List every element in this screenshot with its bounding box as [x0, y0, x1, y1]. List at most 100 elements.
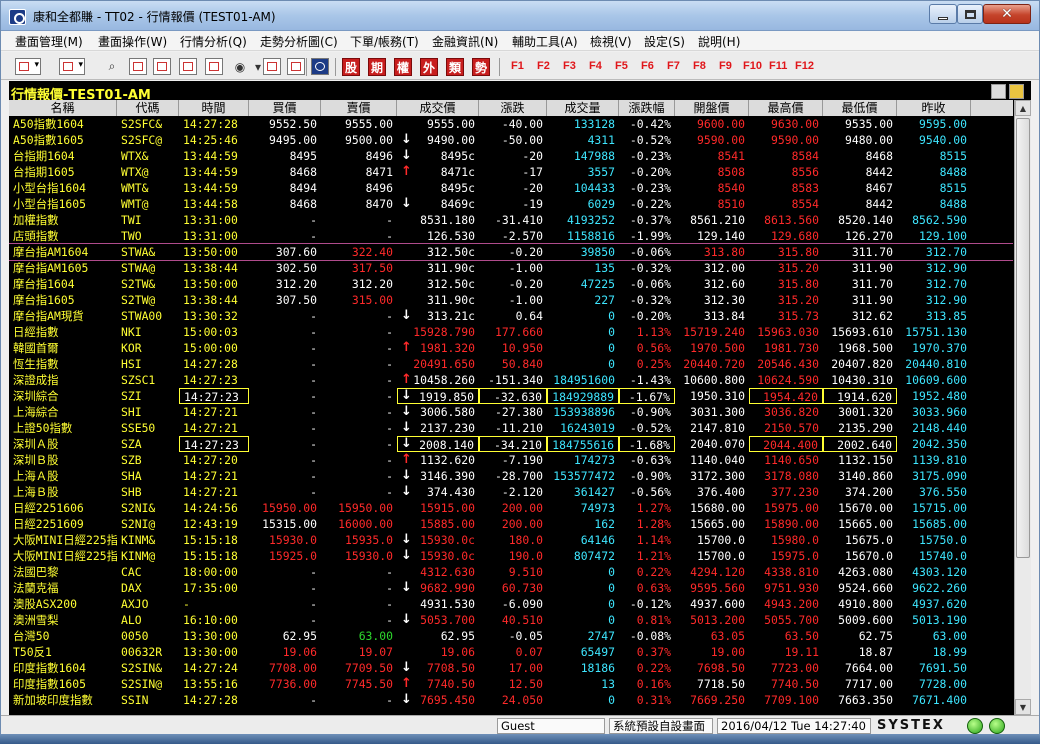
f2-key[interactable]: F2 [537, 60, 550, 72]
table-row[interactable]: 大阪MINI日經225指& KINM& 15:15:18 15930.0 15935.0… [9, 532, 1013, 548]
column-header[interactable]: 名稱 [9, 100, 117, 116]
table-row[interactable]: 澳洲雪梨 ALO 16:10:00- -5053.700 40.510 0 0.81% 501… [9, 612, 1013, 628]
table-row[interactable]: 台灣50 0050 13:30:00 62.95 63.00 62.95 -0.05 2747… [9, 628, 1013, 644]
foreign-button[interactable]: 外 [420, 58, 438, 76]
column-header[interactable]: 賣價 [321, 100, 397, 116]
column-header[interactable]: 最高價 [749, 100, 823, 116]
menu-help[interactable]: 說明(H) [698, 33, 740, 50]
settings-panel-icon[interactable] [1009, 84, 1024, 99]
table-row[interactable]: 小型台指1604 WMT& 13:44:59 8494 8496 8495c -20 1044… [9, 180, 1013, 196]
f4-key[interactable]: F4 [589, 60, 602, 72]
menu-financial-info[interactable]: 金融資訊(N) [432, 33, 498, 50]
column-header[interactable]: 成交量 [547, 100, 619, 116]
f1-key[interactable]: F1 [511, 60, 524, 72]
alert-dropdown-button[interactable]: ◉ [231, 58, 249, 75]
grid-button[interactable] [205, 58, 223, 75]
connect-button[interactable] [263, 58, 281, 75]
table-row[interactable]: 小型台指1605 WMT@ 13:44:58 8468 8470 8469c -19 6029… [9, 196, 1013, 212]
column-header[interactable]: 昨收 [897, 100, 971, 116]
vertical-scrollbar[interactable]: ▲ ▼ [1014, 100, 1031, 715]
table-row[interactable]: A50指數1605 S2SFC@ 14:25:46 9495.00 9500.00 949… [9, 132, 1013, 148]
restore-panel-icon[interactable] [991, 84, 1006, 99]
options-button[interactable]: 權 [394, 58, 412, 76]
f9-key[interactable]: F9 [719, 60, 732, 72]
menu-market-analysis[interactable]: 行情分析(Q) [180, 33, 247, 50]
cancel-window-button[interactable] [129, 58, 147, 75]
table-row[interactable]: 深證成指 SZSC1 14:27:23- -10458.260 -151.340 1849… [9, 372, 1013, 388]
f3-key[interactable]: F3 [563, 60, 576, 72]
table-row[interactable]: 恆生指數 HSI 14:27:28 - - 20491.650 50.840 0 0.25% 20… [9, 356, 1013, 372]
table-row[interactable]: 上海Ｂ股 SHB 14:27:21- -374.430 -2.120 361427 -0.5… [9, 484, 1013, 500]
menu-tools[interactable]: 輔助工具(A) [512, 33, 578, 50]
table-row[interactable]: 台指期1605 WTX@ 13:44:59 8468 8471 8471c -17 3557-… [9, 164, 1013, 180]
table-row[interactable]: A50指數1604 S2SFC& 14:27:28 9552.50 9555.00 955… [9, 116, 1013, 132]
f10-key[interactable]: F10 [743, 60, 762, 72]
table-row[interactable]: T50反1 00632R 13:30:00 19.06 19.07 19.06 0.07 65… [9, 644, 1013, 660]
stock-button[interactable]: 股 [342, 58, 360, 76]
column-header[interactable]: 漲跌 [479, 100, 547, 116]
app-logo-icon[interactable] [9, 9, 26, 25]
f6-key[interactable]: F6 [641, 60, 654, 72]
scroll-up-icon[interactable]: ▲ [1015, 100, 1031, 116]
table-row[interactable]: 印度指數1604 S2SIN& 14:27:24 7708.00 7709.50 7708… [9, 660, 1013, 676]
column-header[interactable]: 開盤價 [675, 100, 749, 116]
f11-key[interactable]: F11 [769, 60, 787, 72]
futures-button[interactable]: 期 [368, 58, 386, 76]
minimize-button[interactable] [929, 4, 957, 24]
menu-trend-chart[interactable]: 走勢分析圖(C) [260, 33, 338, 50]
layout-dropdown-button[interactable] [15, 58, 41, 75]
trend-button[interactable]: 勢 [472, 58, 490, 76]
table-row[interactable]: 新加坡印度指數 SSIN 14:27:28- -7695.450 24.050 0 0.31… [9, 692, 1013, 708]
f5-key[interactable]: F5 [615, 60, 628, 72]
column-header[interactable]: 時間 [179, 100, 249, 116]
table-row[interactable]: 深圳Ｂ股 SZB 14:27:20- -1132.620 -7.190 174273 -0.… [9, 452, 1013, 468]
title-bar[interactable]: 康和全都賺 - TT02 - 行情報價 (TEST01-AM) ✕ [1, 1, 1039, 31]
table-row[interactable]: 摩台指AM現貨 STWA00 13:30:32- -313.21c 0.64 0 -0.20… [9, 308, 1013, 324]
table-row[interactable]: 日經指數 NKI 15:00:03 - - 15928.790 177.660 0 1.13% 1… [9, 324, 1013, 340]
table-row[interactable]: 上證50指數 SSE50 14:27:21- -2137.230 -11.210 1624… [9, 420, 1013, 436]
table-row[interactable]: 摩台指1604 S2TW& 13:50:00 312.20 312.20 312.50c -… [9, 276, 1013, 292]
column-header[interactable]: 最低價 [823, 100, 897, 116]
table-row[interactable]: 深圳綜合 SZI 14:27:23- -1919.850 -32.630 18492988… [9, 388, 1013, 404]
table-row[interactable]: 日經2251609 S2NI@ 12:43:19 15315.00 16000.00 15… [9, 516, 1013, 532]
tools-dropdown-button[interactable] [59, 58, 85, 75]
column-header[interactable]: 買價 [249, 100, 321, 116]
logo-button[interactable] [311, 58, 329, 75]
maximize-button[interactable] [957, 4, 983, 24]
table-row[interactable]: 法蘭克福 DAX 17:35:00- -9682.990 60.730 0 0.63% 959… [9, 580, 1013, 596]
table-row[interactable]: 上海Ａ股 SHA 14:27:21- -3146.390 -28.700 15357747… [9, 468, 1013, 484]
table-row[interactable]: 店頭指數 TWO 13:31:00 - - 126.530 -2.570 1158816 -1.… [9, 228, 1013, 244]
table-row[interactable]: 日經2251606 S2NI& 14:24:56 15950.00 15950.00 15… [9, 500, 1013, 516]
table-row[interactable]: 加權指數 TWI 13:31:00 - - 8531.180 -31.410 4193252-… [9, 212, 1013, 228]
f8-key[interactable]: F8 [693, 60, 706, 72]
menu-settings[interactable]: 設定(S) [644, 33, 685, 50]
menu-screen-operate[interactable]: 畫面操作(W) [98, 33, 167, 50]
category-button[interactable]: 類 [446, 58, 464, 76]
table-row[interactable]: 深圳Ａ股 SZA 14:27:23- -2008.140 -34.210 18475561… [9, 436, 1013, 452]
table-row[interactable]: 上海綜合 SHI 14:27:21- -3006.580 -27.380 15393889… [9, 404, 1013, 420]
close-button[interactable]: ✕ [983, 4, 1031, 24]
table-row[interactable]: 摩台指AM1605 STWA@ 13:38:44 302.50 317.50 311.90… [9, 260, 1013, 276]
table-row[interactable]: 摩台指AM1604 STWA& 13:50:00 307.60 322.40 312.50… [9, 243, 1013, 261]
split-h-button[interactable] [153, 58, 171, 75]
chart-button[interactable] [287, 58, 305, 75]
f12-key[interactable]: F12 [795, 60, 814, 72]
menu-screen-manage[interactable]: 畫面管理(M) [15, 33, 83, 50]
column-header[interactable]: 代碼 [117, 100, 179, 116]
table-row[interactable]: 台指期1604 WTX& 13:44:59 8495 8496 8495c -20 14798… [9, 148, 1013, 164]
f7-key[interactable]: F7 [667, 60, 680, 72]
column-header[interactable]: 成交價 [397, 100, 479, 116]
table-row[interactable]: 韓國首爾 KOR 15:00:00- -1981.320 10.950 0 0.56% 197… [9, 340, 1013, 356]
table-row[interactable]: 澳股ASX200 AXJO - - - 4931.530 -6.090 0 -0.12% 4937… [9, 596, 1013, 612]
scroll-down-icon[interactable]: ▼ [1015, 699, 1031, 715]
split-v-button[interactable] [179, 58, 197, 75]
scroll-thumb[interactable] [1016, 118, 1030, 558]
search-button[interactable]: ⌕ [103, 58, 121, 75]
table-row[interactable]: 摩台指1605 S2TW@ 13:38:44 307.50 315.00 311.90c -… [9, 292, 1013, 308]
column-header[interactable]: 漲跌幅 [619, 100, 675, 116]
menu-order-account[interactable]: 下單/帳務(T) [350, 33, 419, 50]
table-row[interactable]: 大阪MINI日經225指@ KINM@ 15:15:18 15925.0 15930.0… [9, 548, 1013, 564]
table-row[interactable]: 印度指數1605 S2SIN@ 13:55:16 7736.00 7745.50 7740… [9, 676, 1013, 692]
table-row[interactable]: 法國巴黎 CAC 18:00:00 - - 4312.630 9.510 0 0.22% 4294… [9, 564, 1013, 580]
menu-view[interactable]: 檢視(V) [590, 33, 632, 50]
